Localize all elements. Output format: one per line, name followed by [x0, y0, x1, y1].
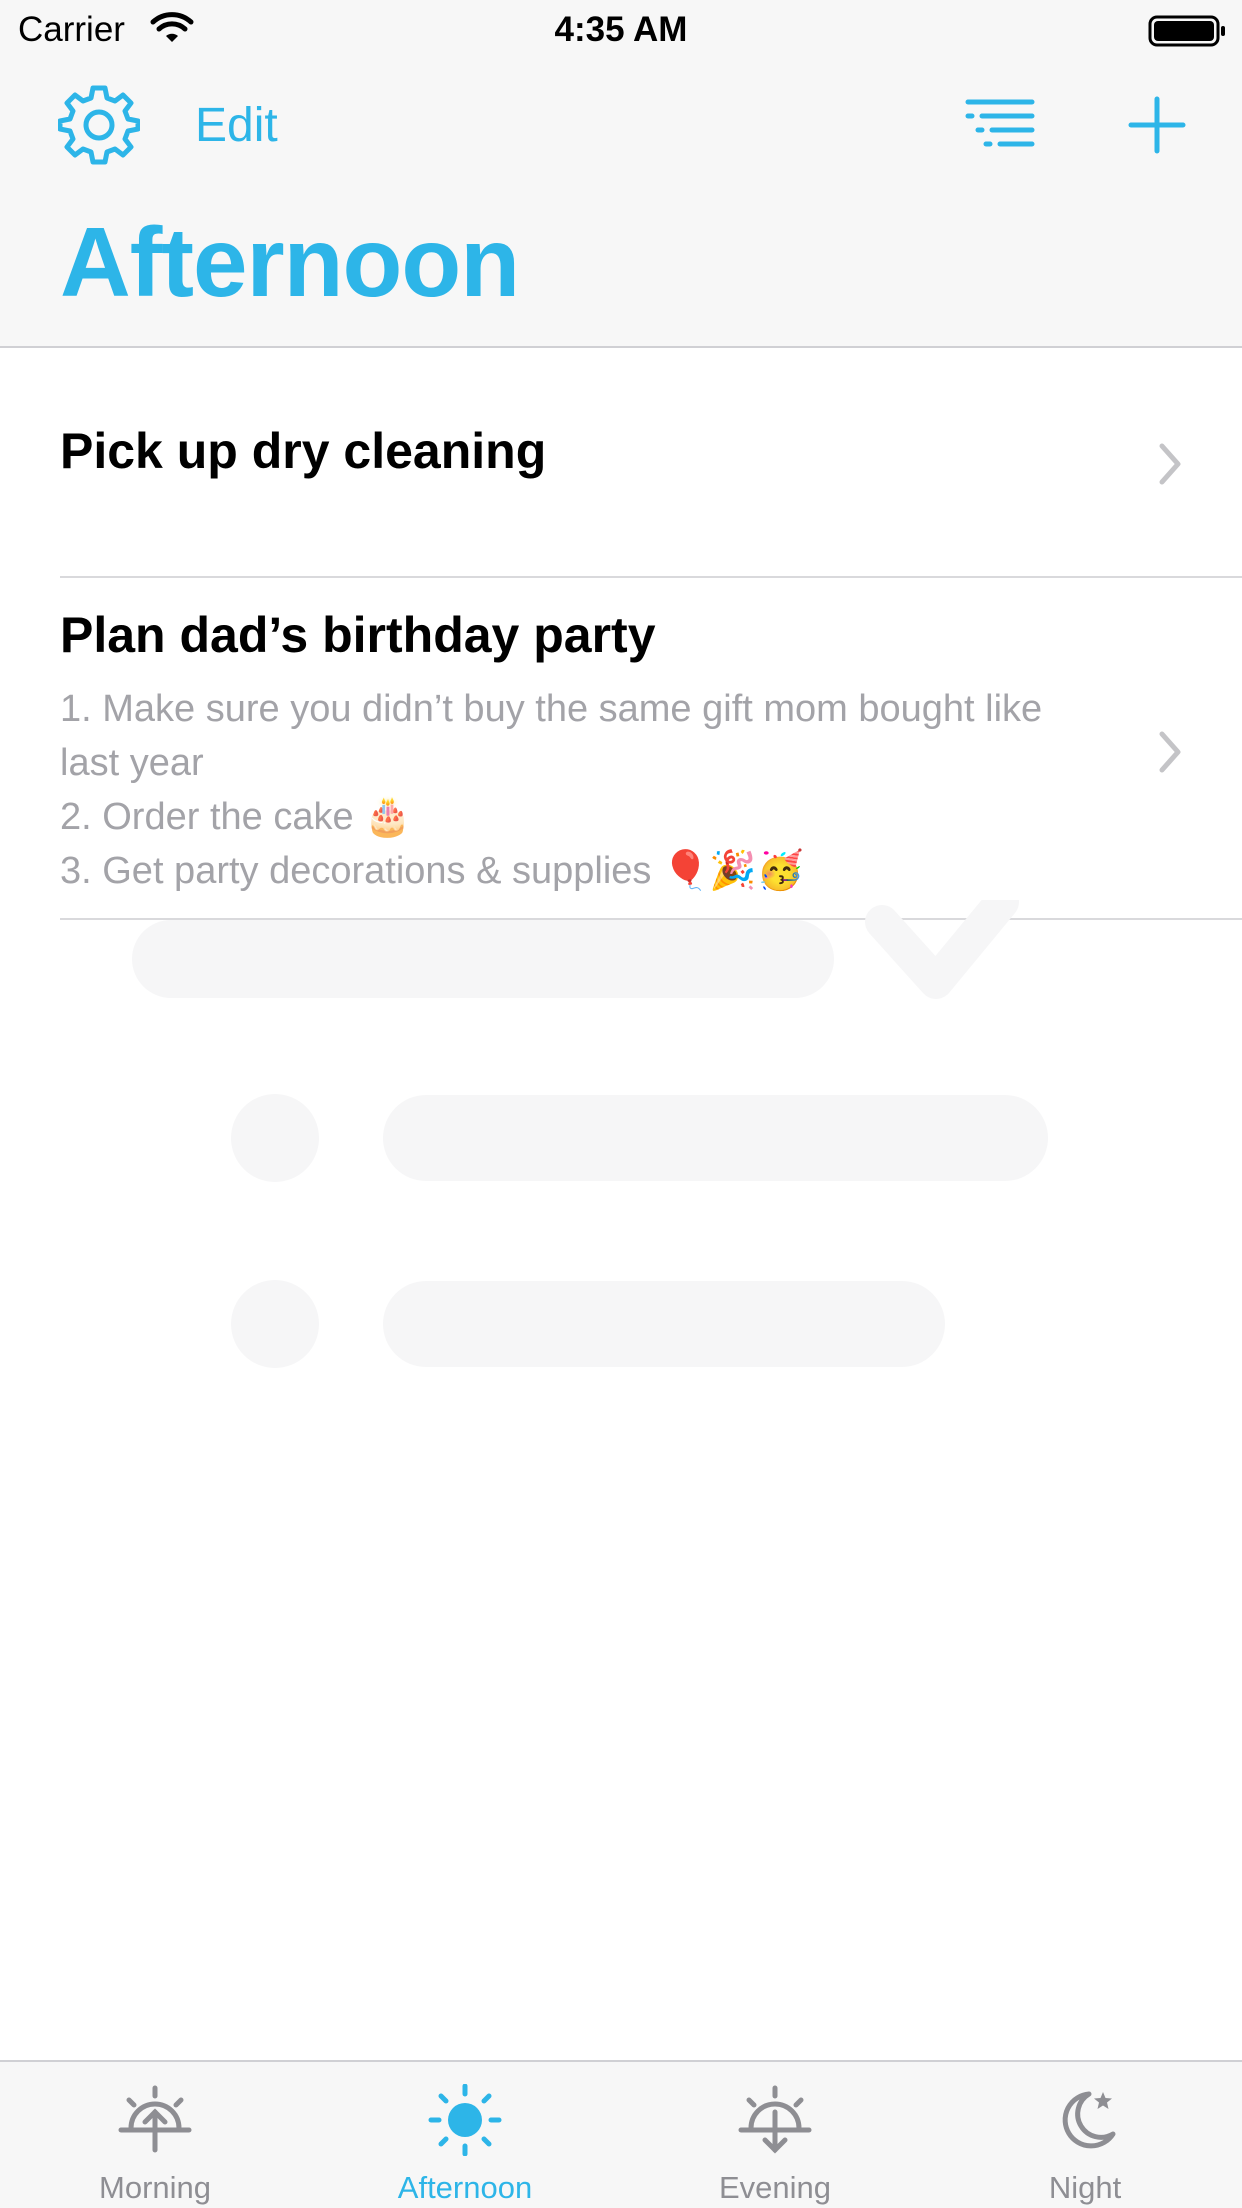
tab-label: Evening — [718, 2170, 832, 2205]
tab-morning[interactable]: Morning — [0, 2062, 310, 2208]
chevron-right-icon — [1159, 731, 1181, 773]
edit-button[interactable]: Edit — [195, 98, 278, 153]
task-title: Pick up dry cleaning — [60, 423, 547, 479]
page-title: Afternoon — [60, 207, 520, 317]
task-row[interactable]: Pick up dry cleaning — [0, 350, 1242, 578]
sort-icon[interactable] — [962, 96, 1038, 154]
sun-icon — [428, 2084, 502, 2156]
tab-afternoon[interactable]: Afternoon — [310, 2062, 620, 2208]
chevron-right-icon — [1159, 443, 1181, 485]
tab-evening[interactable]: Evening — [620, 2062, 930, 2208]
tab-bar: Morning Afternoon Evening Night — [0, 2060, 1242, 2208]
sunrise-icon — [118, 2085, 192, 2153]
tab-label: Afternoon — [397, 2170, 533, 2205]
empty-state-illustration — [132, 900, 1048, 1368]
app-screen: Carrier 4:35 AM Edit Afternoon Pick up d… — [0, 0, 1242, 2208]
task-title: Plan dad’s birthday party — [60, 607, 656, 663]
battery-icon — [1148, 15, 1225, 47]
navigation-header: Carrier 4:35 AM Edit Afternoon — [0, 0, 1242, 348]
status-bar: Carrier 4:35 AM — [0, 0, 1242, 62]
sunset-icon — [738, 2085, 812, 2154]
task-row[interactable]: Plan dad’s birthday party 1. Make sure y… — [0, 578, 1242, 920]
tab-label: Morning — [99, 2170, 211, 2205]
add-icon[interactable] — [1128, 96, 1186, 154]
tab-night[interactable]: Night — [930, 2062, 1240, 2208]
task-note: 1. Make sure you didn’t buy the same gif… — [60, 688, 1043, 892]
tab-label: Night — [1048, 2170, 1122, 2205]
moon-icon — [1062, 2091, 1116, 2149]
gear-icon[interactable] — [58, 84, 140, 166]
status-time: 4:35 AM — [554, 10, 688, 49]
